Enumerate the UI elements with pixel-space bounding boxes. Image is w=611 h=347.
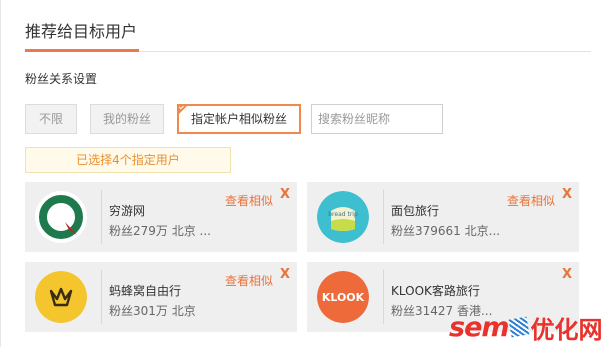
- mafengwo-logo-icon: [35, 271, 87, 323]
- filter-my-fans-button[interactable]: 我的粉丝: [90, 104, 164, 134]
- account-meta: 粉丝301万 北京: [109, 304, 196, 318]
- klook-logo-text: KLOOK: [322, 291, 365, 304]
- view-similar-link[interactable]: 查看相似: [225, 272, 273, 289]
- card-divider: [383, 190, 384, 244]
- watermark-latin: sem: [449, 311, 510, 343]
- card-divider: [101, 190, 102, 244]
- account-card: 穷游网 粉丝279万 北京 ... 查看相似 X: [25, 182, 297, 252]
- filter-similar-fans-button[interactable]: 指定帐户相似粉丝: [177, 104, 301, 134]
- account-meta: 粉丝279万 北京 ...: [109, 224, 211, 238]
- remove-account-button[interactable]: X: [280, 267, 290, 282]
- bread-trip-logo-text: bread trip: [328, 211, 358, 218]
- account-name: 穷游网: [109, 204, 146, 218]
- card-divider: [383, 270, 384, 324]
- remove-account-button[interactable]: X: [280, 187, 290, 202]
- account-card: 蚂蜂窝自由行 粉丝301万 北京 查看相似 X: [25, 262, 297, 332]
- klook-logo-icon: KLOOK: [317, 271, 369, 323]
- account-meta: 粉丝379661 北京...: [391, 224, 501, 238]
- filter-similar-fans-label: 指定帐户相似粉丝: [190, 112, 287, 126]
- account-name: 面包旅行: [391, 204, 440, 218]
- account-card: bread trip 面包旅行 粉丝379661 北京... 查看相似 X: [307, 182, 579, 252]
- page-frame: 推荐给目标用户 粉丝关系设置 不限 我的粉丝 指定帐户相似粉丝 已选择4个指定用…: [0, 0, 611, 347]
- bread-trip-logo-icon: bread trip: [317, 191, 369, 243]
- view-similar-link[interactable]: 查看相似: [225, 192, 273, 209]
- account-name: 蚂蜂窝自由行: [109, 284, 182, 298]
- view-similar-link[interactable]: 查看相似: [507, 192, 555, 209]
- selection-notice: 已选择4个指定用户: [25, 147, 231, 173]
- card-divider: [101, 270, 102, 324]
- selected-check-icon: [179, 106, 189, 116]
- page-title: 推荐给目标用户: [25, 22, 140, 52]
- watermark-cn: 优化网: [530, 315, 603, 344]
- watermark: sem 优化网: [449, 311, 603, 344]
- account-name: KLOOK客路旅行: [391, 284, 480, 298]
- watermark-grid-icon: [508, 316, 529, 338]
- header-bar: 推荐给目标用户: [25, 14, 591, 52]
- filter-unlimited-button[interactable]: 不限: [25, 104, 77, 134]
- remove-account-button[interactable]: X: [562, 267, 572, 282]
- search-input[interactable]: [311, 104, 443, 134]
- remove-account-button[interactable]: X: [562, 187, 572, 202]
- section-label: 粉丝关系设置: [25, 72, 98, 86]
- qyer-logo-icon: [35, 191, 87, 243]
